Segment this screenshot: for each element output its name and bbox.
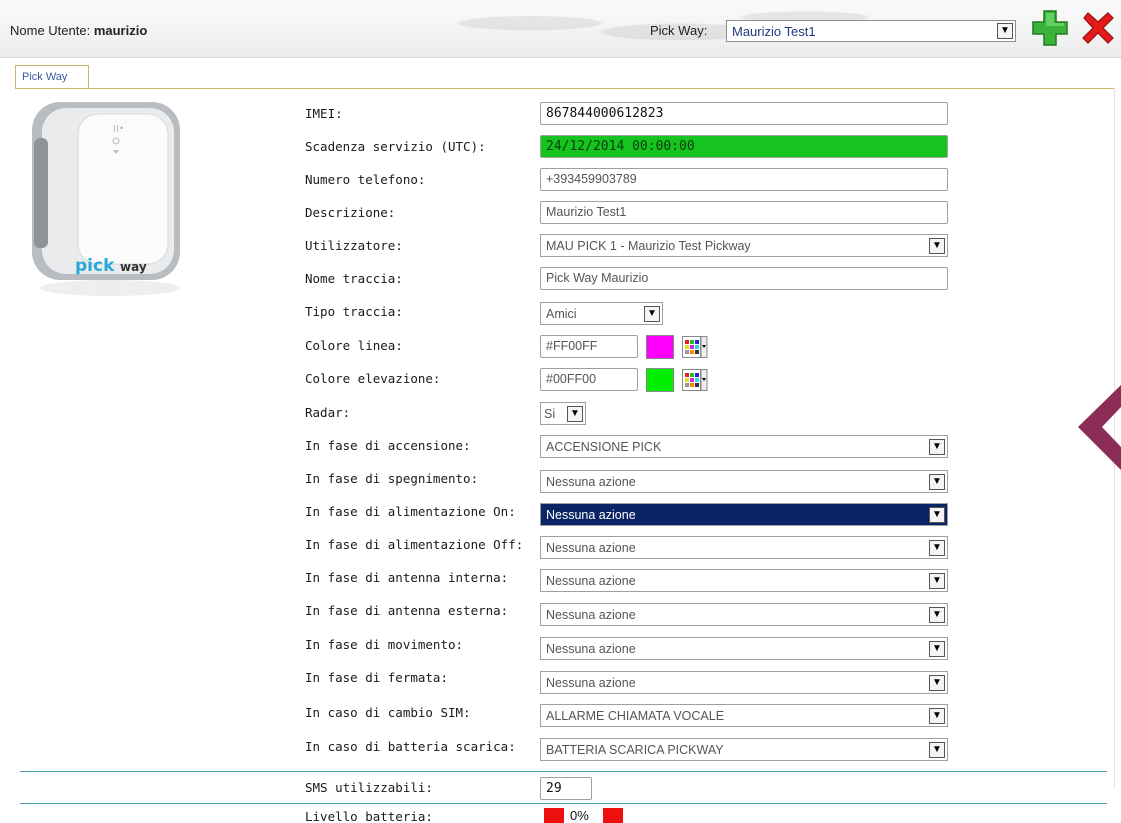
chevron-down-icon[interactable]: ▼ (929, 540, 945, 556)
user-name: maurizio (93, 23, 148, 38)
colore-elevazione-swatch (646, 368, 674, 392)
fermata-select[interactable]: Nessuna azione ▼ (540, 671, 948, 694)
tab-underline (15, 88, 1115, 89)
accensione-select[interactable]: ACCENSIONE PICK ▼ (540, 435, 948, 458)
utilizzatore-select[interactable]: MAU PICK 1 - Maurizio Test Pickway ▼ (540, 234, 948, 257)
ant-int-value: Nessuna azione (546, 574, 636, 588)
radar-label: Radar: (305, 405, 351, 420)
top-bar: Nome Utente: maurizio Pick Way: Maurizio… (0, 0, 1121, 58)
spegnimento-value: Nessuna azione (546, 475, 636, 489)
alim-off-value: Nessuna azione (546, 541, 636, 555)
alim-on-value: Nessuna azione (546, 508, 636, 522)
cambio-sim-select[interactable]: ALLARME CHIAMATA VOCALE ▼ (540, 704, 948, 727)
movimento-value: Nessuna azione (546, 642, 636, 656)
add-button[interactable] (1031, 8, 1069, 48)
spegnimento-label: In fase di spegnimento: (305, 471, 479, 486)
divider (20, 803, 1107, 804)
colore-linea-swatch (646, 335, 674, 359)
imei-label: IMEI: (305, 106, 343, 121)
chevron-down-icon[interactable]: ▼ (997, 23, 1013, 39)
tipo-traccia-select[interactable]: Amici ▼ (540, 302, 663, 325)
scadenza-field[interactable]: 24/12/2014 00:00:00 (540, 135, 948, 158)
chevron-down-icon[interactable]: ▼ (929, 238, 945, 254)
radar-select[interactable]: Si ▼ (540, 402, 586, 425)
alim-off-label: In fase di alimentazione Off: (305, 537, 524, 552)
chevron-left-icon[interactable] (1078, 385, 1121, 470)
colore-linea-field[interactable]: #FF00FF (540, 335, 638, 358)
cambio-sim-value: ALLARME CHIAMATA VOCALE (546, 709, 725, 723)
device-image: ((• pick way (32, 102, 180, 296)
telefono-label: Numero telefono: (305, 172, 426, 187)
pickway-logo: pick (75, 256, 115, 276)
batt-scarica-select[interactable]: BATTERIA SCARICA PICKWAY ▼ (540, 738, 948, 761)
divider (20, 771, 1107, 772)
descrizione-label: Descrizione: (305, 205, 396, 220)
telefono-field[interactable]: +393459903789 (540, 168, 948, 191)
chevron-down-icon[interactable]: ▼ (929, 573, 945, 589)
svg-text:((•: ((• (113, 124, 124, 133)
ant-est-label: In fase di antenna esterna: (305, 603, 509, 618)
accensione-value: ACCENSIONE PICK (546, 440, 662, 454)
chevron-down-icon[interactable]: ▼ (567, 406, 583, 422)
chevron-down-icon[interactable]: ▼ (929, 708, 945, 724)
tipo-traccia-label: Tipo traccia: (305, 304, 403, 319)
fermata-value: Nessuna azione (546, 676, 636, 690)
chevron-down-icon[interactable]: ▼ (929, 607, 945, 623)
battery-level: 0% (570, 808, 589, 823)
fermata-label: In fase di fermata: (305, 670, 448, 685)
batt-scarica-label: In caso di batteria scarica: (305, 739, 516, 754)
alim-on-select[interactable]: Nessuna azione ▼ (540, 503, 948, 526)
user-label: Nome Utente: (10, 23, 94, 38)
ant-est-value: Nessuna azione (546, 608, 636, 622)
colore-linea-label: Colore linea: (305, 338, 403, 353)
chevron-down-icon[interactable]: ▼ (929, 742, 945, 758)
batteria-label: Livello batteria: (305, 809, 433, 823)
pick-way-selected: Maurizio Test1 (732, 24, 816, 39)
sms-label: SMS utilizzabili: (305, 780, 433, 795)
battery-indicator-right (603, 808, 623, 823)
colore-elevazione-label: Colore elevazione: (305, 371, 441, 386)
chevron-down-icon[interactable]: ▼ (644, 306, 660, 322)
spegnimento-select[interactable]: Nessuna azione ▼ (540, 470, 948, 493)
svg-text:way: way (120, 260, 147, 274)
chevron-down-icon[interactable]: ▼ (929, 439, 945, 455)
battery-indicator-left (544, 808, 564, 823)
color-palette-icon[interactable] (682, 336, 708, 358)
ant-est-select[interactable]: Nessuna azione ▼ (540, 603, 948, 626)
nome-traccia-field[interactable]: Pick Way Maurizio (540, 267, 948, 290)
accensione-label: In fase di accensione: (305, 438, 471, 453)
sms-field[interactable]: 29 (540, 777, 592, 800)
tipo-traccia-value: Amici (546, 307, 577, 321)
cambio-sim-label: In caso di cambio SIM: (305, 705, 471, 720)
descrizione-field[interactable]: Maurizio Test1 (540, 201, 948, 224)
chevron-down-icon[interactable]: ▼ (929, 641, 945, 657)
movimento-label: In fase di movimento: (305, 637, 464, 652)
colore-elevazione-field[interactable]: #00FF00 (540, 368, 638, 391)
ant-int-select[interactable]: Nessuna azione ▼ (540, 569, 948, 592)
delete-button[interactable] (1078, 8, 1118, 48)
tab-pick-way[interactable]: Pick Way (15, 65, 89, 89)
utilizzatore-label: Utilizzatore: (305, 238, 403, 253)
chevron-down-icon[interactable]: ▼ (929, 474, 945, 490)
alim-off-select[interactable]: Nessuna azione ▼ (540, 536, 948, 559)
scadenza-label: Scadenza servizio (UTC): (305, 139, 486, 154)
movimento-select[interactable]: Nessuna azione ▼ (540, 637, 948, 660)
imei-field[interactable]: 867844000612823 (540, 102, 948, 125)
color-palette-icon[interactable] (682, 369, 708, 391)
chevron-down-icon[interactable]: ▼ (929, 675, 945, 691)
radar-value: Si (544, 407, 556, 421)
pick-way-label: Pick Way: (650, 23, 708, 38)
batt-scarica-value: BATTERIA SCARICA PICKWAY (546, 743, 724, 757)
nome-traccia-label: Nome traccia: (305, 271, 403, 286)
utilizzatore-value: MAU PICK 1 - Maurizio Test Pickway (546, 239, 751, 253)
ant-int-label: In fase di antenna interna: (305, 570, 509, 585)
chevron-down-icon[interactable]: ▼ (929, 507, 945, 523)
pick-way-select[interactable]: Maurizio Test1 ▼ (726, 20, 1016, 42)
alim-on-label: In fase di alimentazione On: (305, 504, 516, 519)
user-info: Nome Utente: maurizio (10, 23, 147, 38)
